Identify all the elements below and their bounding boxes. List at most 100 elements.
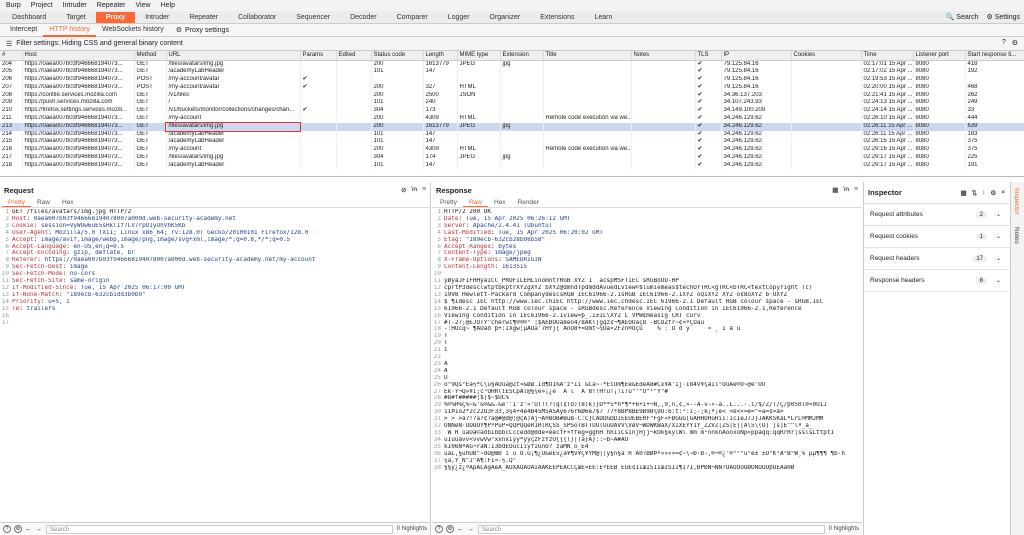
response-search-input[interactable]: Search <box>478 524 825 534</box>
column-header[interactable]: Host <box>22 51 135 61</box>
help-icon[interactable]: ? <box>1002 39 1006 47</box>
settings-icon[interactable]: ⚙ <box>14 525 22 533</box>
side-tab-inspector[interactable]: Inspector <box>1011 182 1022 221</box>
table-row[interactable]: 218 https://0aea007b03f946668194073... GET… <box>0 161 1024 170</box>
column-header[interactable]: Extension <box>500 51 544 61</box>
layout-icon[interactable]: ▦ <box>832 186 838 194</box>
tab-logger[interactable]: Logger <box>438 12 480 23</box>
menu-icon[interactable]: ≡ <box>854 186 858 194</box>
tab-sequencer[interactable]: Sequencer <box>286 12 340 23</box>
menu-item-burp[interactable]: Burp <box>6 2 21 9</box>
column-header[interactable]: Start response ti... <box>965 51 1024 61</box>
response-tab-raw[interactable]: Raw <box>462 199 488 207</box>
help-icon[interactable]: ? <box>435 525 443 533</box>
line-number: 33 <box>433 430 441 436</box>
column-header[interactable]: Length <box>423 51 458 61</box>
tab-target[interactable]: Target <box>56 12 95 23</box>
close-icon[interactable]: × <box>1001 189 1005 197</box>
column-header[interactable]: Title <box>543 51 632 61</box>
menu-item-repeater[interactable]: Repeater <box>97 2 126 9</box>
wrap-icon[interactable]: \n <box>411 186 417 194</box>
table-row[interactable]: 209 https://push.services.mozilla.com GET /… <box>0 99 1024 108</box>
inspector-row[interactable]: Request attributes 2 ⌄ <box>864 204 1009 226</box>
forward-icon[interactable]: → <box>35 526 42 533</box>
table-row[interactable]: 204 https://0aea007b03f946668194073... GET… <box>0 60 1024 69</box>
tab-repeater[interactable]: Repeater <box>179 12 228 23</box>
column-header[interactable]: TLS <box>695 51 722 61</box>
menu-item-project[interactable]: Project <box>31 2 53 9</box>
inspector-row[interactable]: Request headers 17 ⌄ <box>864 248 1009 270</box>
column-header[interactable]: Notes <box>631 51 696 61</box>
tab-decoder[interactable]: Decoder <box>340 12 386 23</box>
table-row[interactable]: 210 https://firefox.settings.services.moz… <box>0 107 1024 116</box>
tab-intruder[interactable]: Intruder <box>135 12 179 23</box>
forward-icon[interactable]: → <box>467 526 474 533</box>
menu-item-help[interactable]: Help <box>161 2 175 9</box>
tab-extensions[interactable]: Extensions <box>530 12 584 23</box>
inspector-row[interactable]: Request cookies 1 ⌄ <box>864 226 1009 248</box>
back-icon[interactable]: ← <box>25 526 32 533</box>
table-row[interactable]: 208 https://contile.services.mozilla.com G… <box>0 91 1024 100</box>
settings-icon[interactable]: ⚙ <box>446 525 454 533</box>
column-header[interactable]: Listener port <box>913 51 966 61</box>
layout-icon[interactable]: ▦ <box>961 189 967 197</box>
column-header[interactable]: MIME type <box>457 51 501 61</box>
request-tab-pretty[interactable]: Pretty <box>2 199 31 207</box>
table-row[interactable]: 207 https://0aea007b03f946668194073... POS… <box>0 83 1024 92</box>
search-button[interactable]: 🔍 Search <box>946 13 979 21</box>
tab-dashboard[interactable]: Dashboard <box>2 12 56 23</box>
table-row[interactable]: 216 https://0aea007b03f946668194073... GET… <box>0 146 1024 155</box>
table-cell <box>631 146 696 155</box>
request-tab-hex[interactable]: Hex <box>56 199 80 206</box>
collapse-icon[interactable]: ↕ <box>982 189 985 197</box>
table-row[interactable]: 214 https://0aea007b03f946668194073... GET… <box>0 130 1024 139</box>
column-header[interactable]: Method <box>134 51 167 61</box>
column-header[interactable]: Status code <box>371 51 424 61</box>
side-tab-notes[interactable]: Notes <box>1011 221 1022 250</box>
table-row[interactable]: 211 https://0aea007b03f946668194073... GET… <box>0 115 1024 123</box>
table-row[interactable]: 217 https://0aea007b03f946668194073... GET… <box>0 154 1024 162</box>
column-header[interactable]: Edited <box>336 51 372 61</box>
column-header[interactable]: URL <box>166 51 301 61</box>
tab-comparer[interactable]: Comparer <box>387 12 438 23</box>
column-header[interactable]: Params <box>300 51 337 61</box>
tab-http-history[interactable]: HTTP history <box>43 24 96 37</box>
table-row[interactable]: 215 https://0aea007b03f946668194073... GET… <box>0 138 1024 147</box>
response-tab-hex[interactable]: Hex <box>488 199 512 206</box>
menu-icon[interactable]: ≡ <box>422 186 426 194</box>
request-search-input[interactable]: Search <box>46 524 393 534</box>
request-editor[interactable]: 1 GET /files/avatars/img.jpg HTTP/2 2 Host:… <box>0 209 430 522</box>
tab-websockets-history[interactable]: WebSockets history <box>96 24 170 37</box>
response-tab-render[interactable]: Render <box>512 199 545 206</box>
settings-icon[interactable]: ⚙ <box>1012 39 1018 47</box>
request-tab-raw[interactable]: Raw <box>31 199 56 206</box>
table-row[interactable]: 213 https://0aea007b03f946668194073... GET… <box>0 121 1024 132</box>
help-icon[interactable]: ? <box>3 525 11 533</box>
table-cell <box>500 161 544 170</box>
code-line: 15 61966-2.1 Default RGB colour space - s… <box>432 306 862 313</box>
proxy-settings-button[interactable]: ⚙ Proxy settings <box>176 26 229 35</box>
column-header[interactable]: IP <box>721 51 792 61</box>
inspector-row[interactable]: Response headers 8 ⌄ <box>864 270 1009 292</box>
back-icon[interactable]: ← <box>457 526 464 533</box>
column-header[interactable]: Cookies <box>791 51 862 61</box>
response-editor[interactable]: 1 HTTP/2 200 OK 2 Date: Tue, 15 Apr 2025 06… <box>432 209 862 522</box>
sort-icon[interactable]: ⇅ <box>972 189 977 197</box>
menu-item-view[interactable]: View <box>136 2 151 9</box>
tab-organizer[interactable]: Organizer <box>480 12 531 23</box>
response-tab-pretty[interactable]: Pretty <box>434 199 463 206</box>
tab-collaborator[interactable]: Collaborator <box>228 12 286 23</box>
settings-icon[interactable]: ⚙ <box>990 189 996 197</box>
wrap-icon[interactable]: \n <box>843 186 849 194</box>
table-row[interactable]: 206 https://0aea007b03f946668194073... POS… <box>0 76 1024 84</box>
table-row[interactable]: 205 https://0aea007b03f946668194073... GET… <box>0 68 1024 77</box>
menu-item-intruder[interactable]: Intruder <box>63 2 87 9</box>
column-header[interactable]: Time <box>861 51 914 61</box>
filter-bar[interactable]: ☰ Filter settings: Hiding CSS and genera… <box>0 37 1024 51</box>
column-header[interactable]: # <box>0 51 23 61</box>
tab-intercept[interactable]: Intercept <box>4 24 43 37</box>
tab-proxy[interactable]: Proxy <box>95 12 136 23</box>
hide-icon[interactable]: ⊘ <box>401 186 406 194</box>
settings-button[interactable]: ⚙ Settings <box>986 13 1020 21</box>
tab-learn[interactable]: Learn <box>584 12 622 23</box>
